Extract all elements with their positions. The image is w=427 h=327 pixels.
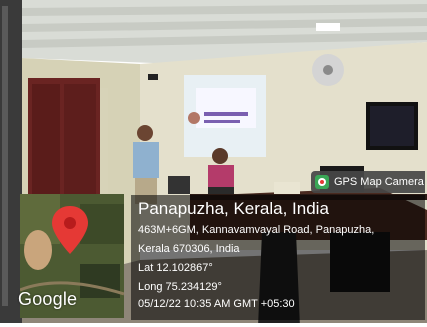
google-logo: Google bbox=[18, 289, 78, 309]
badge-label: GPS Map Camera bbox=[334, 176, 424, 188]
place-name: Panapuzha, Kerala, India bbox=[138, 199, 329, 218]
date-time: 05/12/22 10:35 AM GMT +05:30 bbox=[138, 298, 295, 310]
gps-map-camera-badge: GPS Map Camera bbox=[311, 171, 425, 193]
latitude: Lat 12.102867° bbox=[138, 262, 213, 274]
address-line-2: Kerala 670306, India bbox=[138, 243, 240, 255]
camera-icon bbox=[315, 175, 329, 189]
longitude: Long 75.234129° bbox=[138, 281, 222, 293]
bottom-edge bbox=[0, 323, 427, 327]
address-line-1: 463M+6GM, Kannavamvayal Road, Panapuzha, bbox=[138, 224, 375, 236]
photo-frame: GPS Map Camera Panapuzha, Kerala, India … bbox=[0, 0, 427, 327]
